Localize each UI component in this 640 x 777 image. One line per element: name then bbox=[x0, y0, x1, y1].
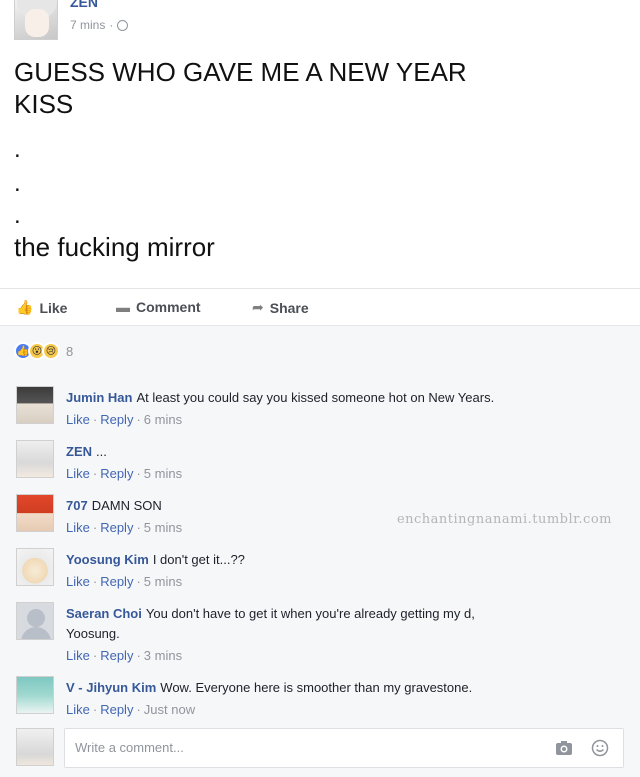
post-body: GUESS WHO GAVE ME A NEW YEAR KISS bbox=[14, 56, 624, 120]
comment-time[interactable]: 5 mins bbox=[144, 466, 182, 481]
post-time[interactable]: 7 mins bbox=[70, 18, 105, 32]
comment-text: Wow. Everyone here is smoother than my g… bbox=[160, 680, 473, 695]
comment-text: You don't have to get it when you're alr… bbox=[145, 606, 475, 621]
comment-text: DAMN SON bbox=[91, 498, 162, 513]
comment-text: I don't get it...?? bbox=[152, 552, 245, 567]
comment-reply-link[interactable]: Reply bbox=[100, 412, 133, 427]
emoji-icon[interactable] bbox=[591, 739, 609, 757]
author-name[interactable]: ZEN bbox=[70, 0, 98, 10]
comment-author[interactable]: V - Jihyun Kim bbox=[66, 680, 156, 695]
comment-reply-link[interactable]: Reply bbox=[100, 648, 133, 663]
comment-composer: Write a comment... bbox=[0, 724, 640, 774]
comment-text: ... bbox=[96, 444, 107, 459]
comment-reply-link[interactable]: Reply bbox=[100, 520, 133, 535]
share-icon: ➦ bbox=[252, 299, 264, 315]
avatar[interactable] bbox=[16, 386, 54, 424]
comment-meta: Like · Reply · 6 mins bbox=[66, 412, 183, 427]
comment-like-link[interactable]: Like bbox=[66, 412, 90, 427]
comment-like-link[interactable]: Like bbox=[66, 466, 90, 481]
post-line-1: GUESS WHO GAVE ME A NEW YEAR bbox=[14, 57, 467, 87]
like-label: Like bbox=[39, 299, 68, 316]
globe-icon bbox=[117, 19, 129, 31]
comment-author[interactable]: ZEN bbox=[66, 444, 92, 459]
comment-reply-link[interactable]: Reply bbox=[100, 466, 133, 481]
post-header: ZEN 7 mins · bbox=[0, 0, 640, 42]
share-button[interactable]: ➦ Share bbox=[252, 299, 309, 316]
avatar[interactable] bbox=[16, 440, 54, 478]
comment-author[interactable]: Jumin Han bbox=[66, 390, 132, 405]
comment-author[interactable]: 707 bbox=[66, 498, 88, 513]
comment-time[interactable]: 6 mins bbox=[144, 412, 182, 427]
share-label: Share bbox=[269, 299, 309, 316]
comment-text: At least you could say you kissed someon… bbox=[136, 390, 495, 405]
watermark: enchantingnanami.tumblr.com bbox=[396, 512, 612, 527]
comment-like-link[interactable]: Like bbox=[66, 520, 90, 535]
comment-time[interactable]: 3 mins bbox=[144, 648, 182, 663]
camera-icon[interactable] bbox=[555, 740, 573, 756]
post-meta: 7 mins · bbox=[70, 18, 129, 32]
author-avatar[interactable] bbox=[14, 0, 58, 40]
post-line-2: KISS bbox=[14, 89, 74, 119]
comment-text-continued: Yoosung. bbox=[66, 626, 120, 641]
like-button[interactable]: 👍 Like bbox=[16, 299, 67, 316]
avatar[interactable] bbox=[16, 602, 54, 640]
comment-time[interactable]: 5 mins bbox=[144, 574, 182, 589]
comment-meta: Like · Reply · 5 mins bbox=[66, 466, 183, 481]
comment-icon: ▬ bbox=[116, 299, 130, 315]
comment-time[interactable]: Just now bbox=[144, 702, 195, 717]
comment-reply-link[interactable]: Reply bbox=[100, 574, 133, 589]
comment-input[interactable]: Write a comment... bbox=[64, 728, 624, 768]
comment-like-link[interactable]: Like bbox=[66, 574, 90, 589]
action-bar: 👍 Like ▬ Comment ➦ Share bbox=[0, 288, 640, 326]
avatar bbox=[16, 728, 54, 766]
post-dot-2: . bbox=[14, 170, 21, 197]
reaction-count: 8 bbox=[66, 343, 74, 359]
comment-button[interactable]: ▬ Comment bbox=[116, 299, 201, 315]
post-dot-3: . bbox=[14, 202, 21, 229]
comment-reply-link[interactable]: Reply bbox=[100, 702, 133, 717]
comment-author[interactable]: Saeran Choi bbox=[66, 606, 142, 621]
post-dot-1: . bbox=[14, 136, 21, 163]
sad-reaction-icon: 😢 bbox=[42, 342, 60, 360]
comment-label: Comment bbox=[136, 299, 201, 315]
avatar[interactable] bbox=[16, 676, 54, 714]
reactions-summary[interactable]: 👍 😮 😢 8 bbox=[14, 342, 73, 360]
avatar[interactable] bbox=[16, 548, 54, 586]
comment-input-placeholder: Write a comment... bbox=[75, 740, 184, 755]
comment-meta: Like · Reply · 3 mins bbox=[66, 648, 183, 663]
comment-meta: Like · Reply · 5 mins bbox=[66, 574, 183, 589]
comments-area: 👍 😮 😢 8 Jumin Han At least you could say … bbox=[0, 326, 640, 777]
post-punchline: the fucking mirror bbox=[14, 232, 215, 262]
comment-meta: Like · Reply · 5 mins bbox=[66, 520, 183, 535]
comment-author[interactable]: Yoosung Kim bbox=[66, 552, 149, 567]
comment-time[interactable]: 5 mins bbox=[144, 520, 182, 535]
comment-meta: Like · Reply · Just now bbox=[66, 702, 196, 717]
comment-like-link[interactable]: Like bbox=[66, 648, 90, 663]
comment-like-link[interactable]: Like bbox=[66, 702, 90, 717]
avatar[interactable] bbox=[16, 494, 54, 532]
thumbs-up-icon: 👍 bbox=[16, 299, 34, 315]
